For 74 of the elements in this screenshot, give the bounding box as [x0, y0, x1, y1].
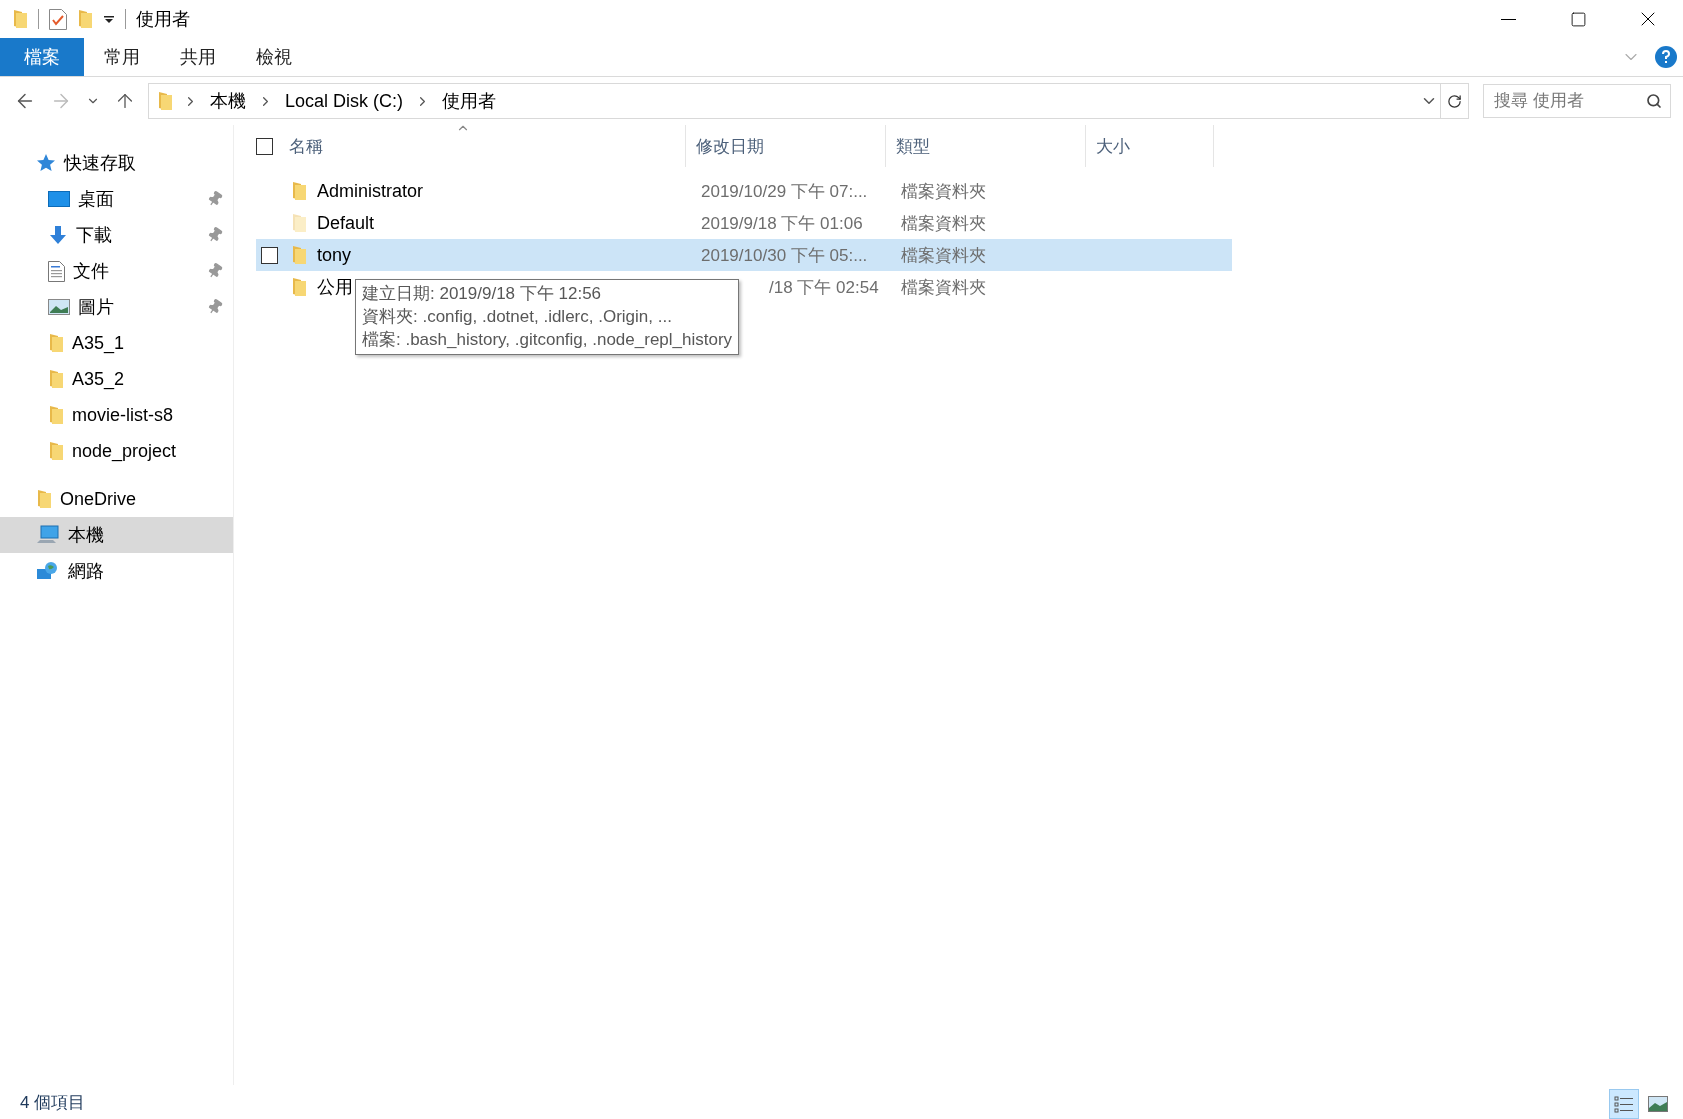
landscape-thumbnail-icon — [1648, 1096, 1668, 1112]
tooltip-line: 建立日期: 2019/9/18 下午 12:56 — [362, 283, 603, 305]
tooltip-line: 資料夾: .config, .dotnet, .idlerc, .Origin, ... — [362, 306, 673, 328]
folder-icon — [291, 181, 307, 201]
sidebar-item[interactable]: movie-list-s8 — [0, 397, 233, 433]
folder-icon — [48, 405, 64, 425]
document-icon — [48, 260, 65, 282]
search-icon — [1646, 93, 1662, 109]
folder-icon — [48, 333, 64, 353]
ribbon-tab[interactable]: 檔案 — [0, 38, 84, 76]
ribbon-tab[interactable]: 共用 — [160, 38, 236, 76]
sidebar-item[interactable]: A35_1 — [0, 325, 233, 361]
computer-icon — [36, 525, 60, 545]
tooltip-line: 檔案: .bash_history, .gitconfig, .node_repl_history — [362, 329, 733, 351]
breadcrumb[interactable]: 使用者 — [440, 89, 499, 113]
sidebar-item[interactable]: 桌面 — [0, 181, 233, 217]
sidebar-item[interactable]: A35_2 — [0, 361, 233, 397]
file-type: 檔案資料夾 — [900, 180, 987, 203]
breadcrumb[interactable]: Local Disk (C:) — [283, 90, 406, 112]
file-type: 檔案資料夾 — [900, 244, 987, 267]
folder-icon — [36, 489, 52, 509]
sidebar-item[interactable]: 圖片 — [0, 289, 233, 325]
maximize-icon — [1569, 10, 1587, 28]
sidebar-item[interactable]: 文件 — [0, 253, 233, 289]
modified-date: /18 下午 02:54 — [768, 276, 880, 299]
folder-icon — [12, 9, 28, 29]
sidebar-item[interactable]: node_project — [0, 433, 233, 469]
column-header[interactable]: 修改日期 — [696, 134, 764, 158]
search-field[interactable]: 搜尋 使用者 — [1483, 84, 1671, 118]
details-view-button[interactable] — [1609, 1089, 1639, 1119]
minimize-icon — [1500, 18, 1516, 20]
file-name: Default — [317, 212, 375, 234]
column-header[interactable]: 大小 — [1096, 134, 1130, 158]
breadcrumb[interactable]: 本機 — [208, 89, 248, 113]
network-icon — [36, 561, 60, 581]
pictures-icon — [48, 299, 70, 315]
ribbon-tab[interactable]: 檢視 — [236, 38, 312, 76]
modified-date: 2019/10/30 下午 05:... — [700, 244, 869, 267]
download-arrow-icon — [48, 225, 68, 245]
column-header[interactable]: 類型 — [896, 134, 930, 158]
details-list-icon — [1614, 1095, 1634, 1113]
dropdown-icon[interactable] — [103, 13, 115, 25]
modified-date: 2019/9/18 下午 01:06 — [700, 212, 864, 235]
file-type: 檔案資料夾 — [900, 212, 987, 235]
select-all-checkbox[interactable] — [256, 137, 273, 155]
sidebar-item[interactable]: 下載 — [0, 217, 233, 253]
address-bar[interactable]: 本機 Local Disk (C:) 使用者 — [148, 83, 1469, 119]
sidebar-item[interactable]: OneDrive — [0, 481, 233, 517]
column-header[interactable]: 名稱 — [289, 134, 323, 158]
file-name: Administrator — [317, 180, 424, 202]
refresh-icon — [1447, 92, 1462, 110]
folder-icon — [48, 441, 64, 461]
row-checkbox[interactable] — [261, 246, 278, 264]
file-name: tony — [317, 244, 352, 266]
folder-icon — [291, 213, 307, 233]
window-title: 使用者 — [136, 8, 190, 31]
folder-icon — [157, 91, 173, 111]
file-type: 檔案資料夾 — [900, 276, 987, 299]
folder-icon — [48, 369, 64, 389]
folder-icon — [291, 245, 307, 265]
new-folder-icon — [77, 9, 93, 29]
checked-document-icon[interactable] — [49, 8, 67, 30]
sidebar-item[interactable]: 快速存取 — [0, 145, 233, 181]
sidebar-item[interactable]: 網路 — [0, 553, 233, 589]
file-name: 公用 — [317, 276, 353, 299]
desktop-icon — [48, 191, 70, 207]
item-count: 4 個項目 — [20, 1091, 86, 1114]
help-icon[interactable] — [1655, 46, 1677, 68]
modified-date: 2019/10/29 下午 07:... — [700, 180, 869, 203]
star-icon — [36, 153, 56, 173]
folder-icon — [291, 277, 307, 297]
selected-file-row[interactable]: tony 2019/10/30 下午 05:... 檔案資料夾 — [256, 239, 1232, 271]
sidebar-item[interactable]: 本機 — [0, 517, 233, 553]
ribbon-tab[interactable]: 常用 — [84, 38, 160, 76]
